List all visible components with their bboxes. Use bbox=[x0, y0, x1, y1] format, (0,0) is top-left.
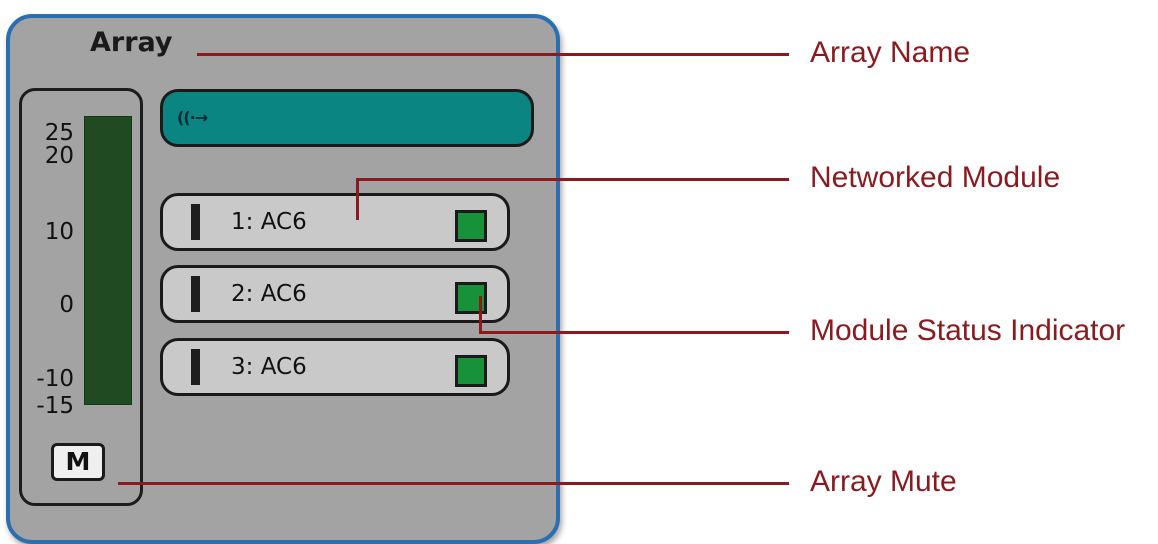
meter-tick-20: 20 bbox=[44, 143, 74, 169]
module-label: 3: AC6 bbox=[231, 354, 307, 380]
module-status-indicator bbox=[455, 355, 487, 387]
module-activity-mark bbox=[191, 276, 200, 312]
level-meter-bar bbox=[84, 116, 132, 405]
module-status-indicator bbox=[455, 282, 487, 314]
callout-networked-module: Networked Module bbox=[810, 161, 1061, 194]
meter-tick-0: 0 bbox=[59, 292, 74, 318]
network-signal-icon: ((·→ bbox=[177, 108, 208, 127]
callout-array-name: Array Name bbox=[810, 36, 971, 69]
module-status-indicator bbox=[455, 210, 487, 242]
callout-line-status-vertical bbox=[479, 296, 482, 333]
module-label: 1: AC6 bbox=[231, 209, 307, 235]
callout-line-networked-module bbox=[356, 178, 789, 181]
meter-tick-minus-15: -15 bbox=[36, 393, 74, 419]
callout-module-status-indicator: Module Status Indicator bbox=[810, 314, 1126, 347]
module-activity-mark bbox=[191, 349, 200, 385]
callout-line-array-name bbox=[197, 53, 789, 56]
meter-tick-minus-10: -10 bbox=[36, 366, 74, 392]
network-bar[interactable]: ((·→ bbox=[160, 89, 534, 147]
callout-line-status bbox=[479, 331, 789, 334]
callout-line-array-mute bbox=[118, 482, 789, 485]
array-mute-button[interactable]: M bbox=[51, 443, 105, 481]
module-row-3[interactable]: 3: AC6 bbox=[160, 338, 510, 396]
callout-line-networked-module-vertical bbox=[356, 178, 359, 220]
module-label: 2: AC6 bbox=[231, 281, 307, 307]
array-name: Array bbox=[90, 27, 173, 58]
module-activity-mark bbox=[191, 204, 200, 240]
meter-tick-10: 10 bbox=[44, 219, 74, 245]
module-row-1[interactable]: 1: AC6 bbox=[160, 193, 510, 251]
callout-array-mute: Array Mute bbox=[810, 465, 957, 498]
module-row-2[interactable]: 2: AC6 bbox=[160, 265, 510, 323]
